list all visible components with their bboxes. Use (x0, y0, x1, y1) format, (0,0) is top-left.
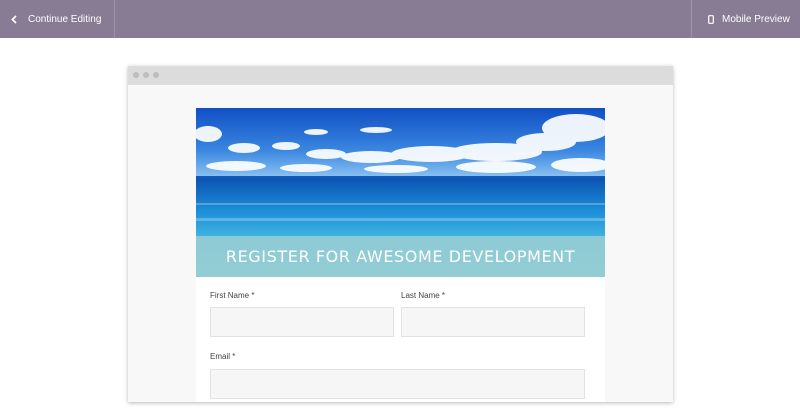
continue-editing-label: Continue Editing (28, 13, 102, 25)
first-name-label: First Name * (210, 291, 255, 300)
window-dot-icon (143, 72, 149, 78)
header-banner: REGISTER FOR AWESOME DEVELOPMENT (196, 108, 605, 277)
email-input[interactable] (210, 369, 585, 399)
window-dot-icon (133, 72, 139, 78)
form-banner-title: REGISTER FOR AWESOME DEVELOPMENT (196, 236, 605, 277)
continue-editing-button[interactable]: Continue Editing (0, 0, 115, 38)
mobile-phone-icon (708, 14, 714, 24)
browser-preview-frame: REGISTER FOR AWESOME DEVELOPMENT First N… (128, 66, 673, 402)
last-name-label: Last Name * (401, 291, 446, 300)
chevron-left-icon (11, 14, 17, 24)
first-name-input[interactable] (210, 307, 394, 337)
top-toolbar: Continue Editing Mobile Preview (0, 0, 800, 38)
window-dot-icon (153, 72, 159, 78)
mobile-preview-label: Mobile Preview (722, 13, 790, 25)
registration-form: REGISTER FOR AWESOME DEVELOPMENT First N… (196, 108, 605, 402)
email-label: Email * (210, 352, 236, 361)
browser-chrome-bar (128, 66, 673, 85)
mobile-preview-button[interactable]: Mobile Preview (691, 0, 800, 38)
last-name-input[interactable] (401, 307, 585, 337)
